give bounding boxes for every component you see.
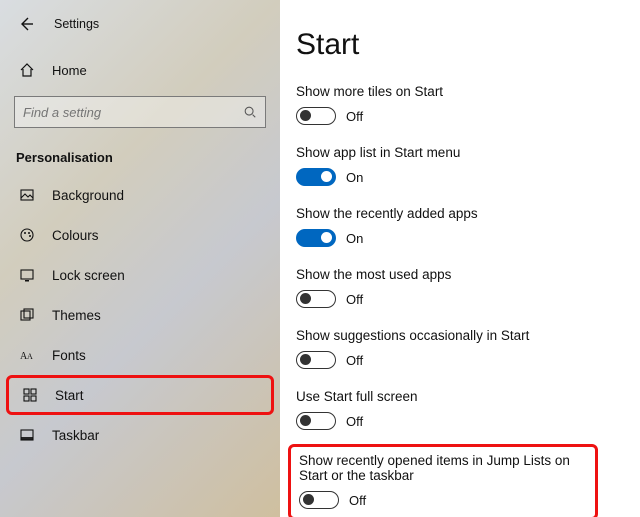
taskbar-icon [18, 427, 36, 443]
setting-suggestions: Show suggestions occasionally in Start O… [296, 328, 640, 369]
setting-app-list: Show app list in Start menu On [296, 145, 640, 186]
search-box[interactable] [14, 96, 266, 128]
sidebar-item-label: Taskbar [52, 428, 99, 443]
sidebar-item-colours[interactable]: Colours [0, 215, 280, 255]
fonts-icon: AA [18, 347, 36, 363]
highlight-jump-lists: Show recently opened items in Jump Lists… [288, 444, 598, 517]
search-input[interactable] [23, 105, 243, 120]
setting-most-used: Show the most used apps Off [296, 267, 640, 308]
picture-icon [18, 187, 36, 203]
main-panel: Start Show more tiles on Start Off Show … [280, 0, 640, 517]
setting-jump-lists: Show recently opened items in Jump Lists… [299, 453, 587, 509]
setting-caption: Show the most used apps [296, 267, 640, 282]
setting-caption: Show more tiles on Start [296, 84, 640, 99]
sidebar-item-label: Start [55, 388, 84, 403]
sidebar-home[interactable]: Home [0, 52, 280, 88]
home-icon [18, 62, 36, 78]
start-icon [21, 387, 39, 403]
setting-caption: Show suggestions occasionally in Start [296, 328, 640, 343]
sidebar-item-label: Colours [52, 228, 99, 243]
back-button[interactable] [16, 14, 36, 34]
toggle-more-tiles[interactable] [296, 107, 336, 125]
toggle-state: Off [346, 353, 363, 368]
page-title: Start [296, 28, 640, 62]
sidebar-item-themes[interactable]: Themes [0, 295, 280, 335]
toggle-recently-added[interactable] [296, 229, 336, 247]
toggle-state: On [346, 170, 363, 185]
sidebar-item-fonts[interactable]: AA Fonts [0, 335, 280, 375]
setting-caption: Show recently opened items in Jump Lists… [299, 453, 587, 483]
search-icon [243, 105, 257, 119]
sidebar: Settings Home Personalisation Background… [0, 0, 280, 517]
toggle-state: Off [346, 109, 363, 124]
app-title: Settings [54, 17, 99, 31]
sidebar-item-label: Lock screen [52, 268, 125, 283]
sidebar-item-taskbar[interactable]: Taskbar [0, 415, 280, 455]
setting-caption: Use Start full screen [296, 389, 640, 404]
sidebar-item-start[interactable]: Start [6, 375, 274, 415]
setting-full-screen: Use Start full screen Off [296, 389, 640, 430]
sidebar-header: Settings [0, 8, 280, 48]
toggle-jump-lists[interactable] [299, 491, 339, 509]
toggle-state: Off [346, 414, 363, 429]
toggle-most-used[interactable] [296, 290, 336, 308]
toggle-state: On [346, 231, 363, 246]
svg-text:A: A [27, 352, 33, 361]
sidebar-item-label: Fonts [52, 348, 86, 363]
setting-more-tiles: Show more tiles on Start Off [296, 84, 640, 125]
setting-recently-added: Show the recently added apps On [296, 206, 640, 247]
toggle-full-screen[interactable] [296, 412, 336, 430]
home-label: Home [52, 63, 87, 78]
sidebar-item-background[interactable]: Background [0, 175, 280, 215]
sidebar-item-label: Themes [52, 308, 101, 323]
toggle-suggestions[interactable] [296, 351, 336, 369]
sidebar-item-label: Background [52, 188, 124, 203]
palette-icon [18, 227, 36, 243]
themes-icon [18, 307, 36, 323]
sidebar-item-lockscreen[interactable]: Lock screen [0, 255, 280, 295]
lockscreen-icon [18, 267, 36, 283]
toggle-state: Off [349, 493, 366, 508]
setting-caption: Show app list in Start menu [296, 145, 640, 160]
toggle-state: Off [346, 292, 363, 307]
toggle-app-list[interactable] [296, 168, 336, 186]
back-arrow-icon [18, 16, 34, 32]
setting-caption: Show the recently added apps [296, 206, 640, 221]
section-label: Personalisation [0, 144, 280, 175]
